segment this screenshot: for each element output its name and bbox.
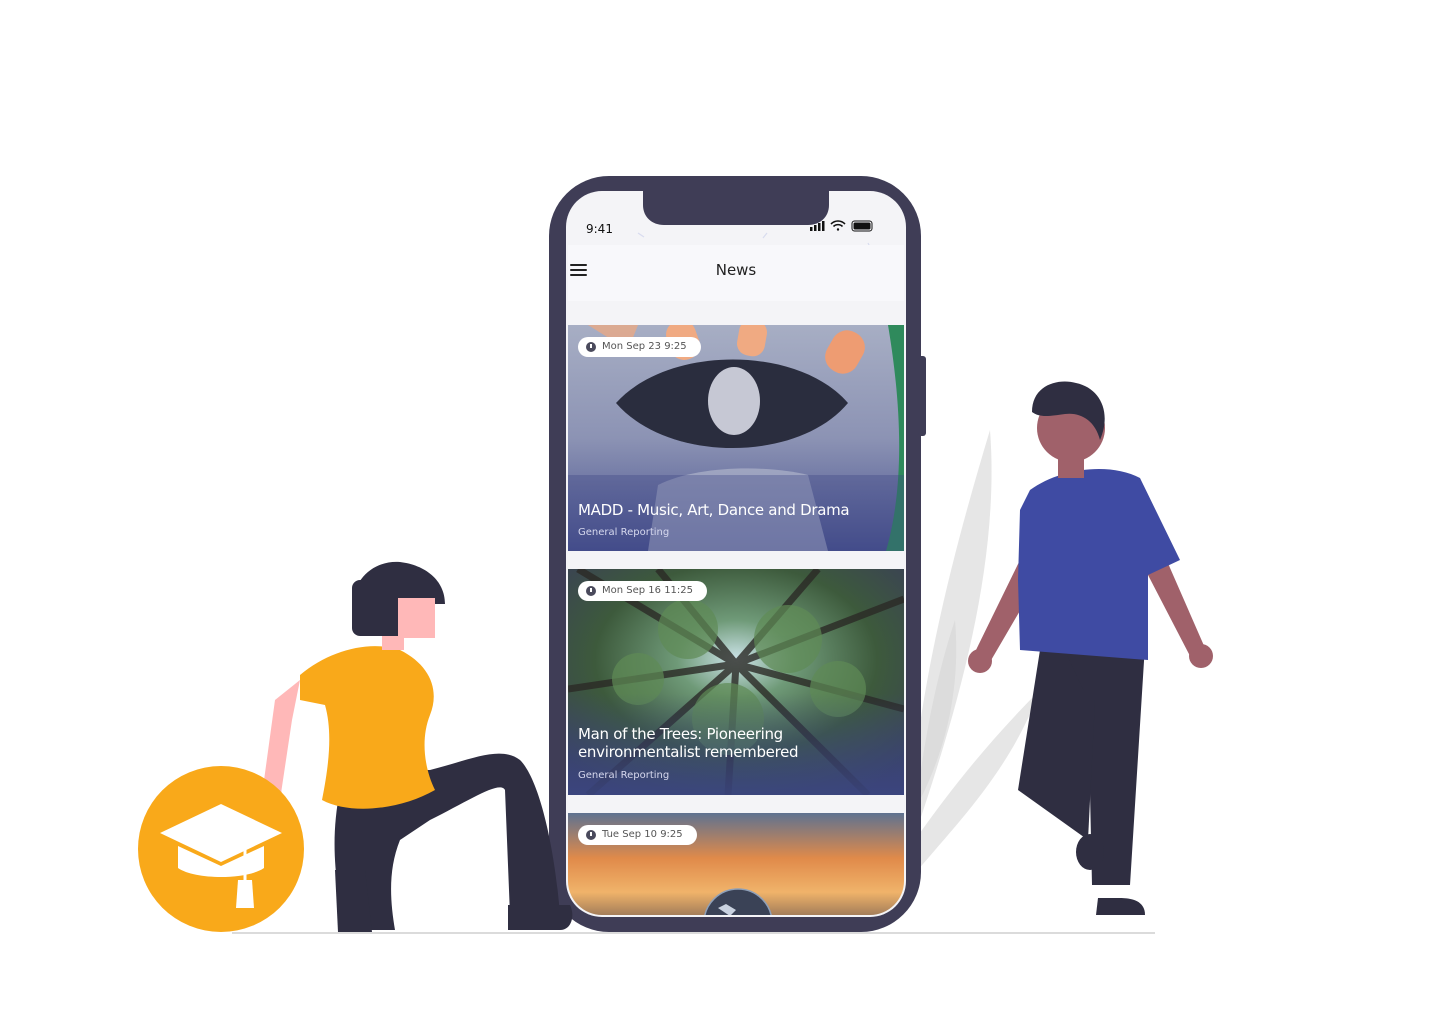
clock-icon xyxy=(586,342,596,352)
clock-icon xyxy=(586,586,596,596)
news-feed: Mon Sep 23 9:25 MADD - Music, Art, Dance… xyxy=(568,325,904,915)
news-date-badge: Mon Sep 16 11:25 xyxy=(578,581,708,601)
news-title[interactable]: Man of the Trees: Pioneering environment… xyxy=(578,725,890,761)
page-title: News xyxy=(715,261,757,279)
clock-icon xyxy=(586,830,596,840)
graduation-cap-icon xyxy=(138,766,304,932)
man-figure xyxy=(968,381,1213,915)
news-category: General Reporting xyxy=(578,770,670,781)
news-image-trees xyxy=(568,569,904,795)
news-date-badge: Mon Sep 23 9:25 xyxy=(578,337,701,357)
news-date: Mon Sep 23 9:25 xyxy=(602,341,687,352)
news-date-badge: Tue Sep 10 9:25 xyxy=(578,825,697,845)
woman-figure xyxy=(258,561,573,932)
phone-screen: 9:41 News Mon Sep 23 9:25 MADD - Music, … xyxy=(568,193,904,915)
news-date: Tue Sep 10 9:25 xyxy=(602,829,683,840)
news-category: General Reporting xyxy=(578,527,670,538)
phone-side-button xyxy=(918,356,926,436)
app-bar: News xyxy=(568,245,904,301)
news-card[interactable]: Mon Sep 16 11:25 Man of the Trees: Pione… xyxy=(568,569,904,795)
news-title[interactable]: MADD - Music, Art, Dance and Drama xyxy=(578,501,890,519)
news-date: Mon Sep 16 11:25 xyxy=(602,585,694,596)
news-card[interactable]: Tue Sep 10 9:25 xyxy=(568,813,904,915)
news-card[interactable]: Mon Sep 23 9:25 MADD - Music, Art, Dance… xyxy=(568,325,904,551)
